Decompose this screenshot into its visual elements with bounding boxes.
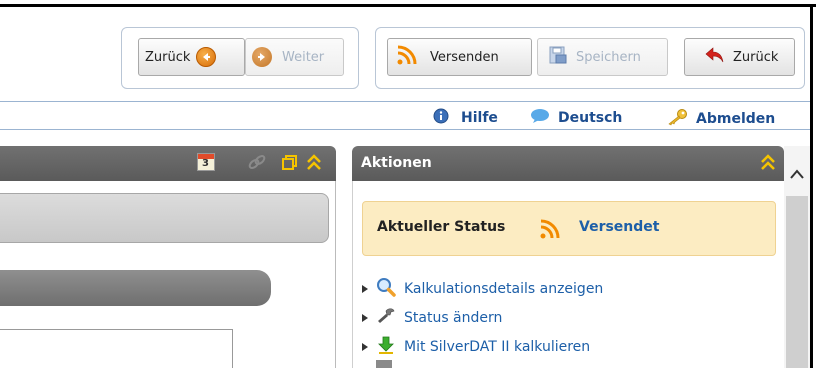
action-item-silverdat[interactable]: Mit SilverDAT II kalkulieren — [362, 335, 590, 359]
toolbar-nav-group: Zurück Weiter — [121, 27, 359, 89]
partial-icon — [376, 360, 392, 368]
collapse-up-icon[interactable] — [759, 153, 777, 177]
link-chain-icon[interactable] — [247, 152, 267, 176]
actions-panel-title: Aktionen — [361, 155, 432, 171]
info-icon — [433, 108, 449, 128]
magnifier-icon — [376, 277, 396, 301]
save-button[interactable]: Speichern — [537, 38, 668, 76]
status-label: Aktueller Status — [377, 219, 506, 235]
send-button-label: Versenden — [430, 49, 499, 65]
scroll-up-icon[interactable] — [789, 168, 805, 184]
bullet-triangle-icon — [362, 314, 368, 322]
send-button[interactable]: Versenden — [387, 38, 532, 76]
forward-button[interactable]: Weiter — [245, 38, 344, 76]
rss-icon — [396, 44, 418, 70]
status-box: Aktueller Status Versendet — [362, 201, 776, 256]
help-link[interactable]: Hilfe — [433, 108, 498, 128]
back2-button-label: Zurück — [733, 49, 779, 65]
arrow-right-icon — [252, 47, 272, 67]
undo-arrow-icon — [705, 45, 725, 69]
frame-top-border — [0, 4, 816, 7]
frame-right-border — [810, 4, 813, 368]
action-item-change-status[interactable]: Status ändern — [362, 307, 502, 329]
rss-icon — [539, 218, 561, 244]
restore-window-icon[interactable] — [281, 154, 299, 176]
back-button-label: Zurück — [145, 49, 191, 65]
wrench-icon — [376, 307, 396, 329]
collapse-up-icon[interactable] — [305, 153, 323, 177]
left-panel-header: 3 — [0, 146, 336, 181]
action-item-label: Kalkulationsdetails anzeigen — [404, 281, 604, 297]
actions-panel-header: Aktionen — [352, 146, 784, 181]
help-link-label: Hilfe — [461, 110, 498, 126]
speech-bubble-icon — [530, 108, 550, 128]
logout-link-label: Abmelden — [696, 111, 776, 127]
action-item-partial[interactable] — [362, 360, 392, 368]
left-panel-content-box — [0, 329, 233, 368]
left-panel-section-bar[interactable] — [0, 193, 329, 243]
download-arrow-icon — [376, 335, 396, 359]
status-value: Versendet — [579, 219, 660, 235]
bullet-triangle-icon — [362, 285, 368, 293]
arrow-left-icon — [196, 47, 217, 67]
bullet-triangle-icon — [362, 343, 368, 351]
scrollbar-thumb[interactable] — [786, 196, 808, 368]
logout-link[interactable]: Abmelden — [666, 108, 775, 130]
key-icon — [666, 108, 688, 130]
action-item-calc-details[interactable]: Kalkulationsdetails anzeigen — [362, 277, 603, 301]
left-panel-subsection-bar[interactable] — [0, 270, 271, 306]
action-item-label: Mit SilverDAT II kalkulieren — [404, 339, 591, 355]
top-nav-bar: Hilfe Deutsch Abmelden — [0, 101, 810, 130]
action-item-label: Status ändern — [404, 310, 503, 326]
save-disk-icon — [548, 45, 568, 69]
calendar-icon[interactable]: 3 — [197, 153, 215, 171]
toolbar-actions-group: Versenden Speichern Zurück — [375, 27, 805, 89]
language-link[interactable]: Deutsch — [530, 108, 622, 128]
back-button[interactable]: Zurück — [138, 38, 245, 76]
back2-button[interactable]: Zurück — [684, 38, 795, 76]
calendar-icon-day: 3 — [202, 158, 209, 169]
forward-button-label: Weiter — [282, 49, 325, 65]
save-button-label: Speichern — [576, 49, 641, 65]
language-link-label: Deutsch — [558, 110, 623, 126]
